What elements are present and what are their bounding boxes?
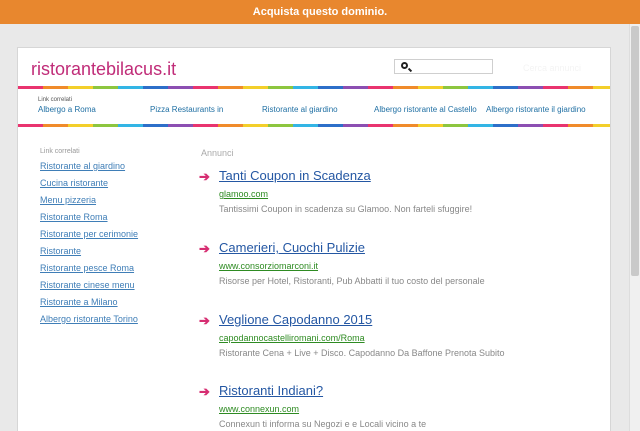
ad-title[interactable]: Tanti Coupon in Scadenza xyxy=(219,168,371,183)
ad-item: ➔ Tanti Coupon in Scadenza glamoo.com Ta… xyxy=(199,168,599,214)
ad-title[interactable]: Camerieri, Cuochi Pulizie xyxy=(219,240,365,255)
ad-title[interactable]: Veglione Capodanno 2015 xyxy=(219,312,372,327)
ad-description: Connexun ti informa su Negozi e e Locali… xyxy=(219,419,427,429)
search-icon xyxy=(401,62,408,69)
ad-description: Risorse per Hotel, Ristoranti, Pub Abbat… xyxy=(219,276,485,286)
related-link[interactable]: Ristorante al giardino xyxy=(262,105,338,114)
right-arrow-icon: ➔ xyxy=(199,241,210,256)
sidebar-link[interactable]: Ristorante a Milano xyxy=(40,294,138,311)
search-input[interactable] xyxy=(413,60,491,73)
ad-description: Tantissimi Coupon in scadenza su Glamoo.… xyxy=(219,204,473,214)
sidebar-link[interactable]: Menu pizzeria xyxy=(40,192,138,209)
related-link[interactable]: Albergo ristorante al Castello xyxy=(374,105,477,114)
sidebar-title: Link correlati xyxy=(40,148,80,155)
sidebar-link[interactable]: Ristorante al giardino xyxy=(40,158,138,175)
main-card: ristorantebilacus.it Cerca annunci Link … xyxy=(17,47,611,431)
sidebar-link[interactable]: Ristorante cinese menu xyxy=(40,277,138,294)
related-link[interactable]: Albergo ristorante il giardino xyxy=(486,105,586,114)
ad-url[interactable]: capodannocastelliromani.com/Roma xyxy=(219,333,599,343)
related-links-title: Link correlati xyxy=(38,97,73,103)
buy-domain-banner: Acquista questo dominio. xyxy=(0,0,640,24)
right-arrow-icon: ➔ xyxy=(199,384,210,399)
search-box[interactable] xyxy=(394,59,493,74)
sidebar-link[interactable]: Ristorante xyxy=(40,243,138,260)
related-link[interactable]: Albergo a Roma xyxy=(38,105,96,114)
ad-description: Ristorante Cena + Live + Disco. Capodann… xyxy=(219,348,505,358)
search-button[interactable]: Cerca annunci xyxy=(523,63,581,73)
ads-label: Annunci xyxy=(201,148,234,158)
ad-url[interactable]: www.connexun.com xyxy=(219,404,599,414)
right-arrow-icon: ➔ xyxy=(199,169,210,184)
sidebar-link[interactable]: Albergo ristorante Torino xyxy=(40,311,138,328)
domain-title: ristorantebilacus.it xyxy=(31,59,177,79)
right-arrow-icon: ➔ xyxy=(199,313,210,328)
page-scrollbar[interactable] xyxy=(629,24,640,431)
sidebar-link[interactable]: Cucina ristorante xyxy=(40,175,138,192)
buy-domain-link[interactable]: Acquista questo dominio. xyxy=(253,6,387,18)
ad-title[interactable]: Ristoranti Indiani? xyxy=(219,383,323,398)
sidebar-link[interactable]: Ristorante per cerimonie xyxy=(40,226,138,243)
ad-item: ➔ Camerieri, Cuochi Pulizie www.consorzi… xyxy=(199,240,599,286)
ad-url[interactable]: glamoo.com xyxy=(219,189,599,199)
sidebar-links: Ristorante al giardino Cucina ristorante… xyxy=(40,158,138,328)
ad-item: ➔ Veglione Capodanno 2015 capodannocaste… xyxy=(199,312,599,358)
color-stripe-bottom xyxy=(18,124,610,127)
sidebar-link[interactable]: Ristorante pesce Roma xyxy=(40,260,138,277)
color-stripe-top xyxy=(18,86,610,89)
ad-url[interactable]: www.consorziomarconi.it xyxy=(219,261,599,271)
ad-item: ➔ Ristoranti Indiani? www.connexun.com C… xyxy=(199,383,599,429)
scrollbar-thumb[interactable] xyxy=(631,26,639,276)
related-link[interactable]: Pizza Restaurants in xyxy=(150,105,223,114)
sidebar-link[interactable]: Ristorante Roma xyxy=(40,209,138,226)
